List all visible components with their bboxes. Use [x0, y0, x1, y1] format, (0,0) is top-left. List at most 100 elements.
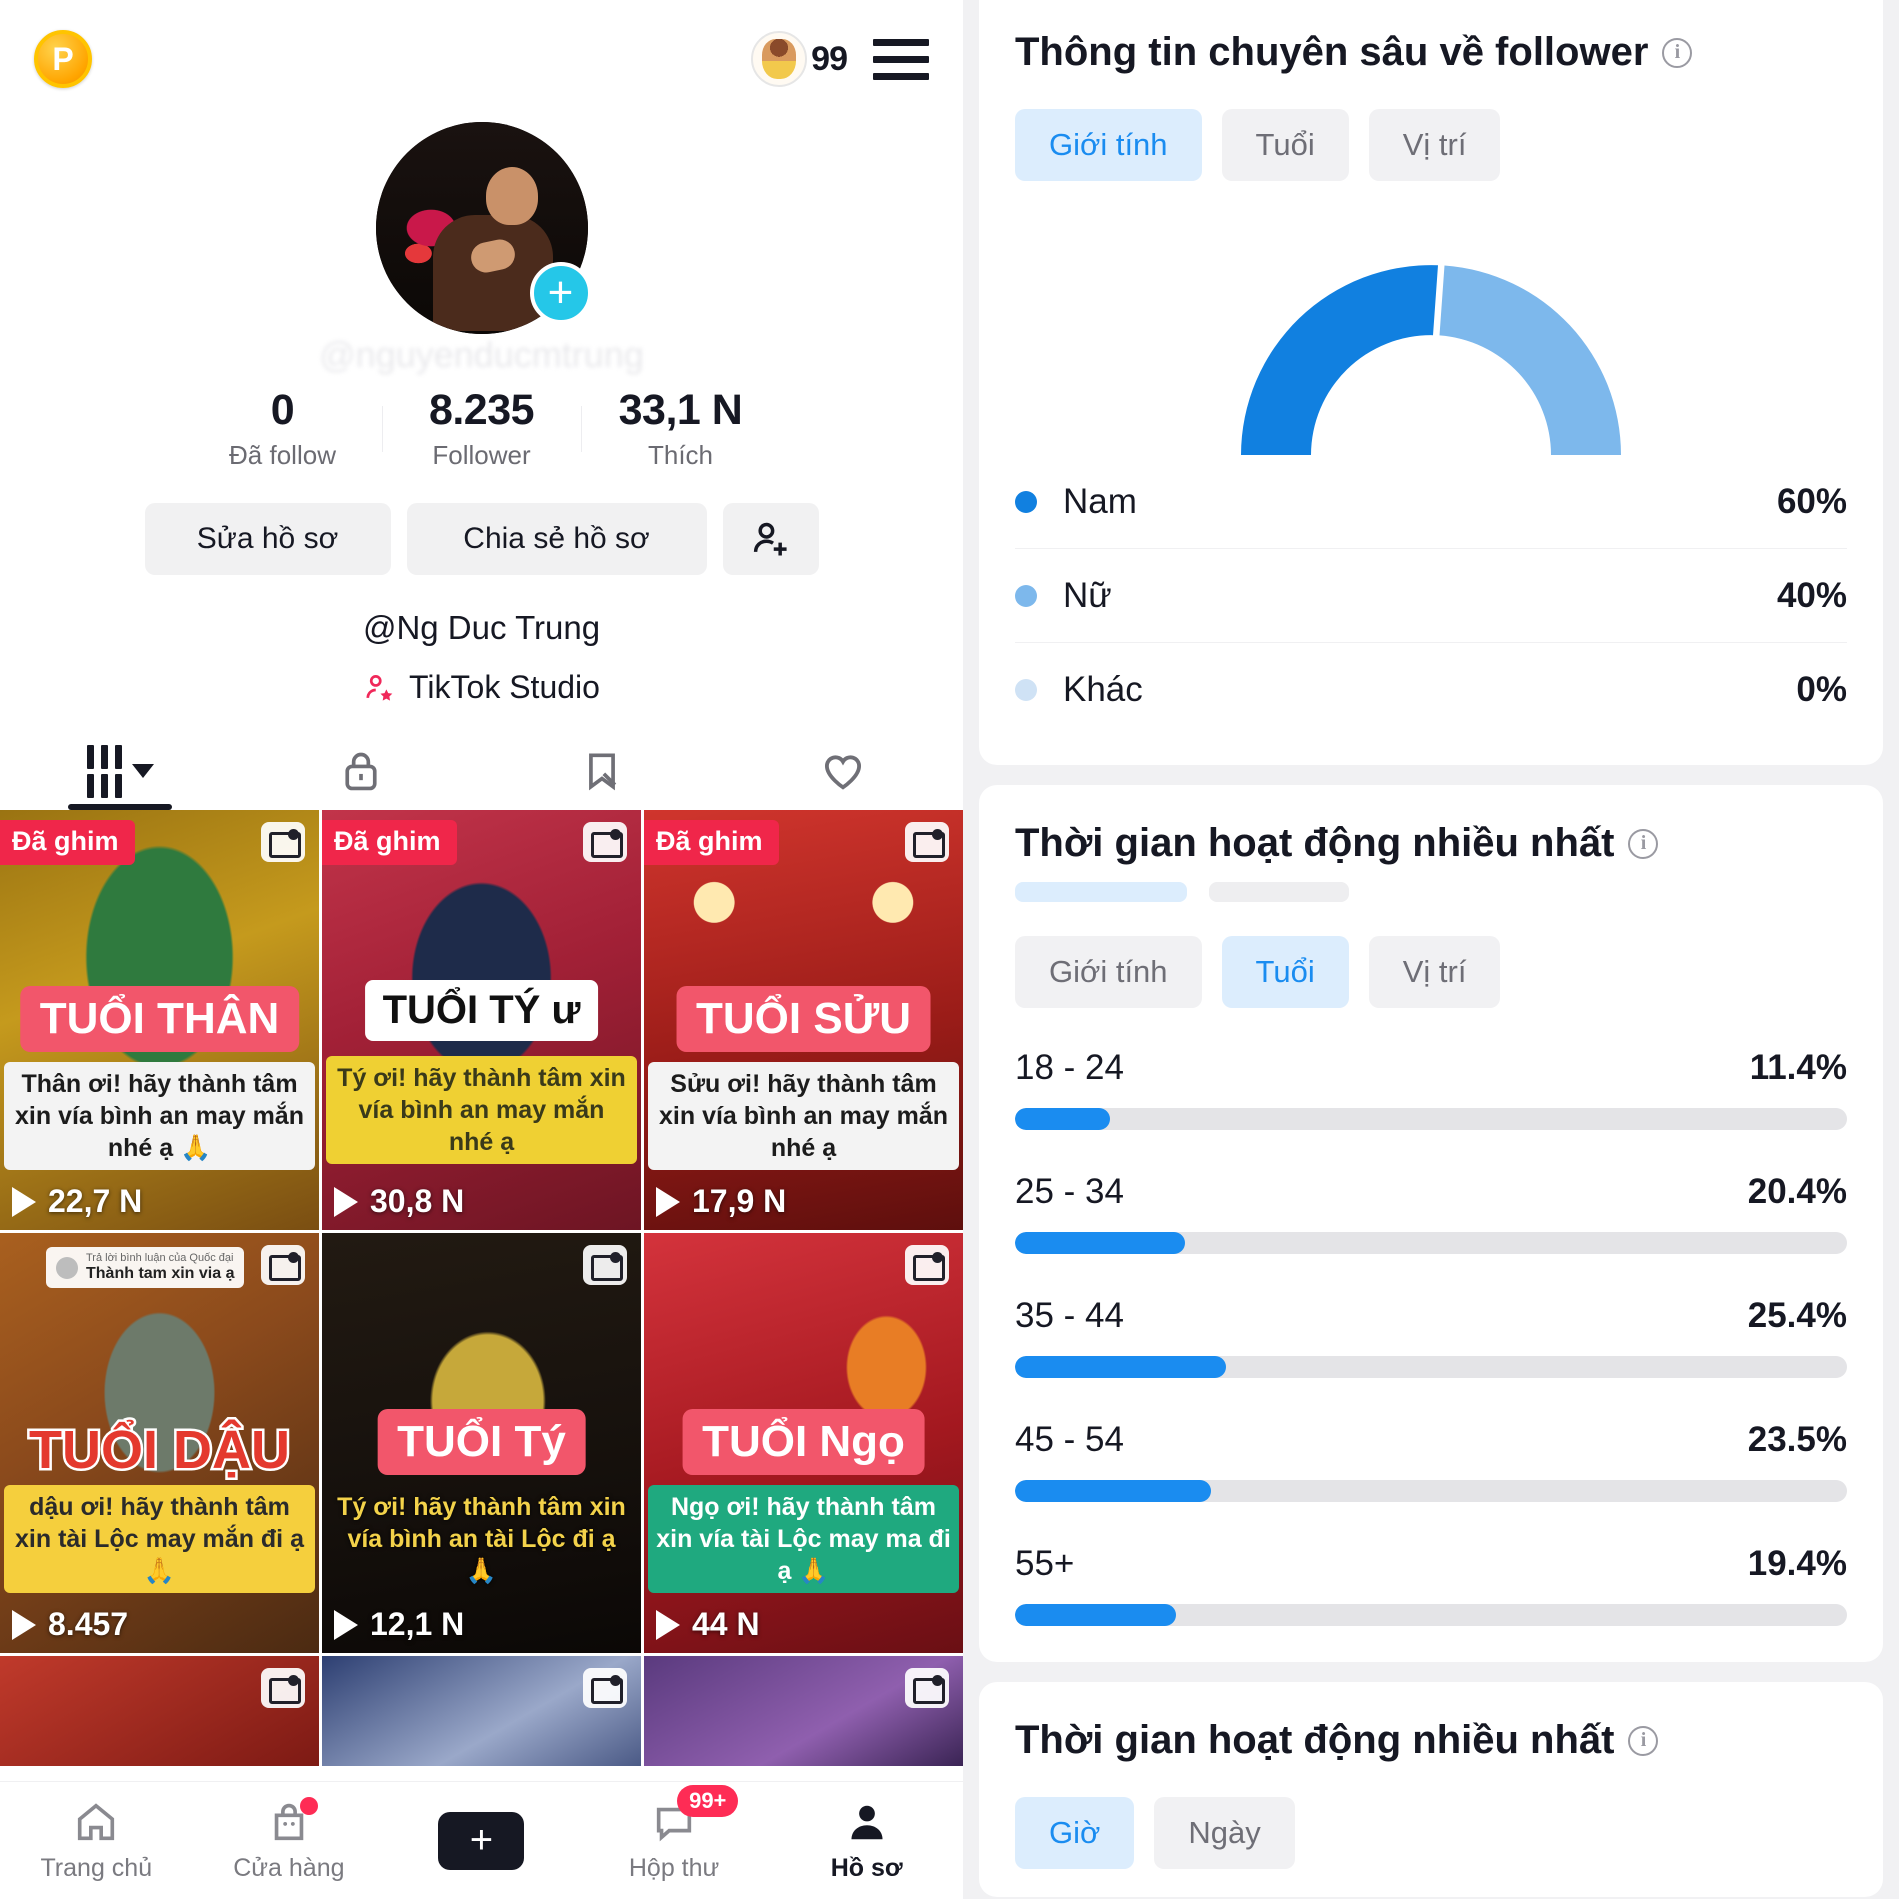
video-thumbnail[interactable]: Đã ghim TUỔI THÂN Thân ơi! hãy thành tâm…	[0, 810, 319, 1230]
age-bar-chart: 18 - 24 11.4% 25 - 34 20.4% 35 - 44 25.4…	[1015, 1048, 1847, 1626]
tab-gender[interactable]: Giới tính	[1015, 109, 1202, 181]
video-thumbnail[interactable]: TUỔI Ngọ Ngọ ơi! hãy thành tâm xin vía t…	[644, 1233, 963, 1653]
video-view-count: 8.457	[48, 1606, 129, 1642]
nav-label: Trang chủ	[40, 1853, 153, 1882]
card-title: Thời gian hoạt động nhiều nhất i	[1015, 821, 1847, 866]
tiktok-studio-link[interactable]: TikTok Studio	[0, 669, 963, 706]
follower-insights-card: Thông tin chuyên sâu về follower i Giới …	[979, 0, 1883, 765]
bar-fill	[1015, 1356, 1227, 1378]
video-thumbnail[interactable]	[322, 1656, 641, 1766]
tab-location[interactable]: Vị trí	[1368, 109, 1501, 181]
video-views: 22,7 N	[12, 1183, 142, 1220]
video-views: 17,9 N	[656, 1183, 786, 1220]
tab-private[interactable]	[241, 732, 482, 810]
tab-saved[interactable]	[482, 732, 723, 810]
multi-photo-icon	[583, 1245, 627, 1285]
nav-item-create[interactable]: +	[385, 1811, 578, 1870]
tab-liked[interactable]	[722, 732, 963, 810]
tab-age[interactable]: Tuổi	[1221, 109, 1349, 181]
video-views: 30,8 N	[334, 1183, 464, 1220]
multi-photo-icon	[261, 1668, 305, 1708]
video-thumbnail[interactable]	[644, 1656, 963, 1766]
video-caption: Tý ơi! hãy thành tâm xin vía bình an may…	[326, 1056, 637, 1164]
card-title-text: Thời gian hoạt động nhiều nhất	[1015, 1718, 1615, 1762]
hamburger-icon[interactable]	[873, 38, 929, 80]
bookmark-off-icon	[588, 753, 617, 791]
legend-value: 40%	[1776, 575, 1847, 615]
video-title: TUỔI Tý	[377, 1409, 586, 1475]
tiktok-studio-label: TikTok Studio	[409, 669, 600, 705]
card-title: Thời gian hoạt động nhiều nhất i	[1015, 1718, 1847, 1763]
video-title: TUỔI DẬU	[27, 1418, 293, 1483]
video-thumbnail[interactable]: TUỔI Tý Tý ơi! hãy thành tâm xin vía bìn…	[322, 1233, 641, 1653]
video-title: TUỔI THÂN	[19, 986, 300, 1052]
profile-header: + @nguyenducmtrung	[0, 118, 963, 382]
live-avatar-button[interactable]: 99	[751, 31, 848, 87]
multi-photo-icon	[583, 1668, 627, 1708]
stat-likes[interactable]: 33,1 N Thích	[582, 386, 780, 471]
topbar-actions: 99	[751, 31, 929, 87]
legend-label: Nữ	[1063, 575, 1112, 615]
video-thumbnail[interactable]: Trả lời bình luận của Quốc đại Thành tam…	[0, 1233, 319, 1653]
reply-subtitle: Trả lời bình luận của Quốc đại	[86, 1252, 234, 1264]
nav-item-home[interactable]: Trang chủ	[0, 1799, 193, 1883]
play-icon	[334, 1186, 358, 1217]
coin-rewards-icon[interactable]: P	[34, 30, 92, 88]
time-activity-card: Thời gian hoạt động nhiều nhất i Giờ Ngà…	[979, 1682, 1883, 1897]
profile-avatar[interactable]: +	[375, 122, 592, 334]
tab-hour[interactable]: Giờ	[1015, 1797, 1135, 1869]
legend-item-nam: Nam 60%	[1015, 455, 1847, 549]
age-tabs: Giới tính Tuổi Vị trí	[1015, 936, 1847, 1008]
home-icon	[73, 1799, 119, 1845]
bar-track	[1015, 1356, 1847, 1378]
tab-location[interactable]: Vị trí	[1368, 936, 1501, 1008]
multi-photo-icon	[261, 822, 305, 862]
stat-value: 8.235	[428, 386, 535, 434]
multi-photo-icon	[905, 1668, 949, 1708]
bar-fill	[1015, 1604, 1177, 1626]
tab-age[interactable]: Tuổi	[1221, 936, 1349, 1008]
create-plus-icon[interactable]: +	[430, 1811, 533, 1870]
video-view-count: 17,9 N	[692, 1183, 787, 1219]
video-caption: Tý ơi! hãy thành tâm xin vía bình an tài…	[337, 1493, 626, 1585]
video-thumbnail[interactable]: Đã ghim TUỔI TÝ ư Tý ơi! hãy thành tâm x…	[322, 810, 641, 1230]
pinned-badge: Đã ghim	[0, 820, 135, 865]
bar-track	[1015, 1604, 1847, 1626]
bar-row: 35 - 44 25.4%	[1015, 1296, 1847, 1378]
tab-gender[interactable]: Giới tính	[1015, 936, 1202, 1008]
inbox-icon: 99+	[651, 1784, 739, 1845]
video-thumbnail[interactable]: Đã ghim TUỔI SỬU Sửu ơi! hãy thành tâm x…	[644, 810, 963, 1230]
gauge-svg	[1241, 265, 1621, 455]
bar-fill	[1015, 1108, 1110, 1130]
gender-gauge-chart	[1015, 225, 1847, 455]
chevron-down-icon	[131, 764, 154, 778]
bar-row: 18 - 24 11.4%	[1015, 1048, 1847, 1130]
reply-text: Trả lời bình luận của Quốc đại Thành tam…	[86, 1252, 234, 1283]
tab-videos[interactable]	[0, 732, 241, 810]
add-friends-button[interactable]	[722, 503, 819, 575]
stat-following[interactable]: 0 Đã follow	[184, 386, 382, 471]
nav-item-profile[interactable]: Hồ sơ	[770, 1799, 963, 1883]
info-icon[interactable]: i	[1662, 37, 1693, 68]
nav-label: Hồ sơ	[830, 1853, 903, 1882]
video-thumbnail[interactable]	[0, 1656, 319, 1766]
card-title: Thông tin chuyên sâu về follower i	[1015, 30, 1847, 75]
bar-row: 55+ 19.4%	[1015, 1544, 1847, 1626]
nav-item-inbox[interactable]: 99+ Hộp thư	[578, 1784, 771, 1883]
bar-fill	[1015, 1480, 1211, 1502]
plus-icon[interactable]: +	[529, 262, 592, 324]
stat-followers[interactable]: 8.235 Follower	[383, 386, 581, 471]
info-icon[interactable]: i	[1628, 1725, 1659, 1756]
video-views: 44 N	[656, 1606, 760, 1643]
info-icon[interactable]: i	[1628, 828, 1659, 859]
nav-item-shop[interactable]: Cửa hàng	[193, 1796, 386, 1883]
share-profile-button[interactable]: Chia sẻ hồ sơ	[406, 503, 707, 575]
edit-profile-button[interactable]: Sửa hồ sơ	[144, 503, 391, 575]
lock-icon	[345, 752, 377, 791]
video-title: TUỔI Ngọ	[682, 1409, 925, 1475]
bar-label: 18 - 24	[1015, 1048, 1124, 1087]
bar-value: 23.5%	[1747, 1420, 1847, 1459]
bar-head: 45 - 54 23.5%	[1015, 1420, 1847, 1460]
legend-value: 0%	[1796, 670, 1847, 709]
tab-day[interactable]: Ngày	[1154, 1797, 1295, 1869]
